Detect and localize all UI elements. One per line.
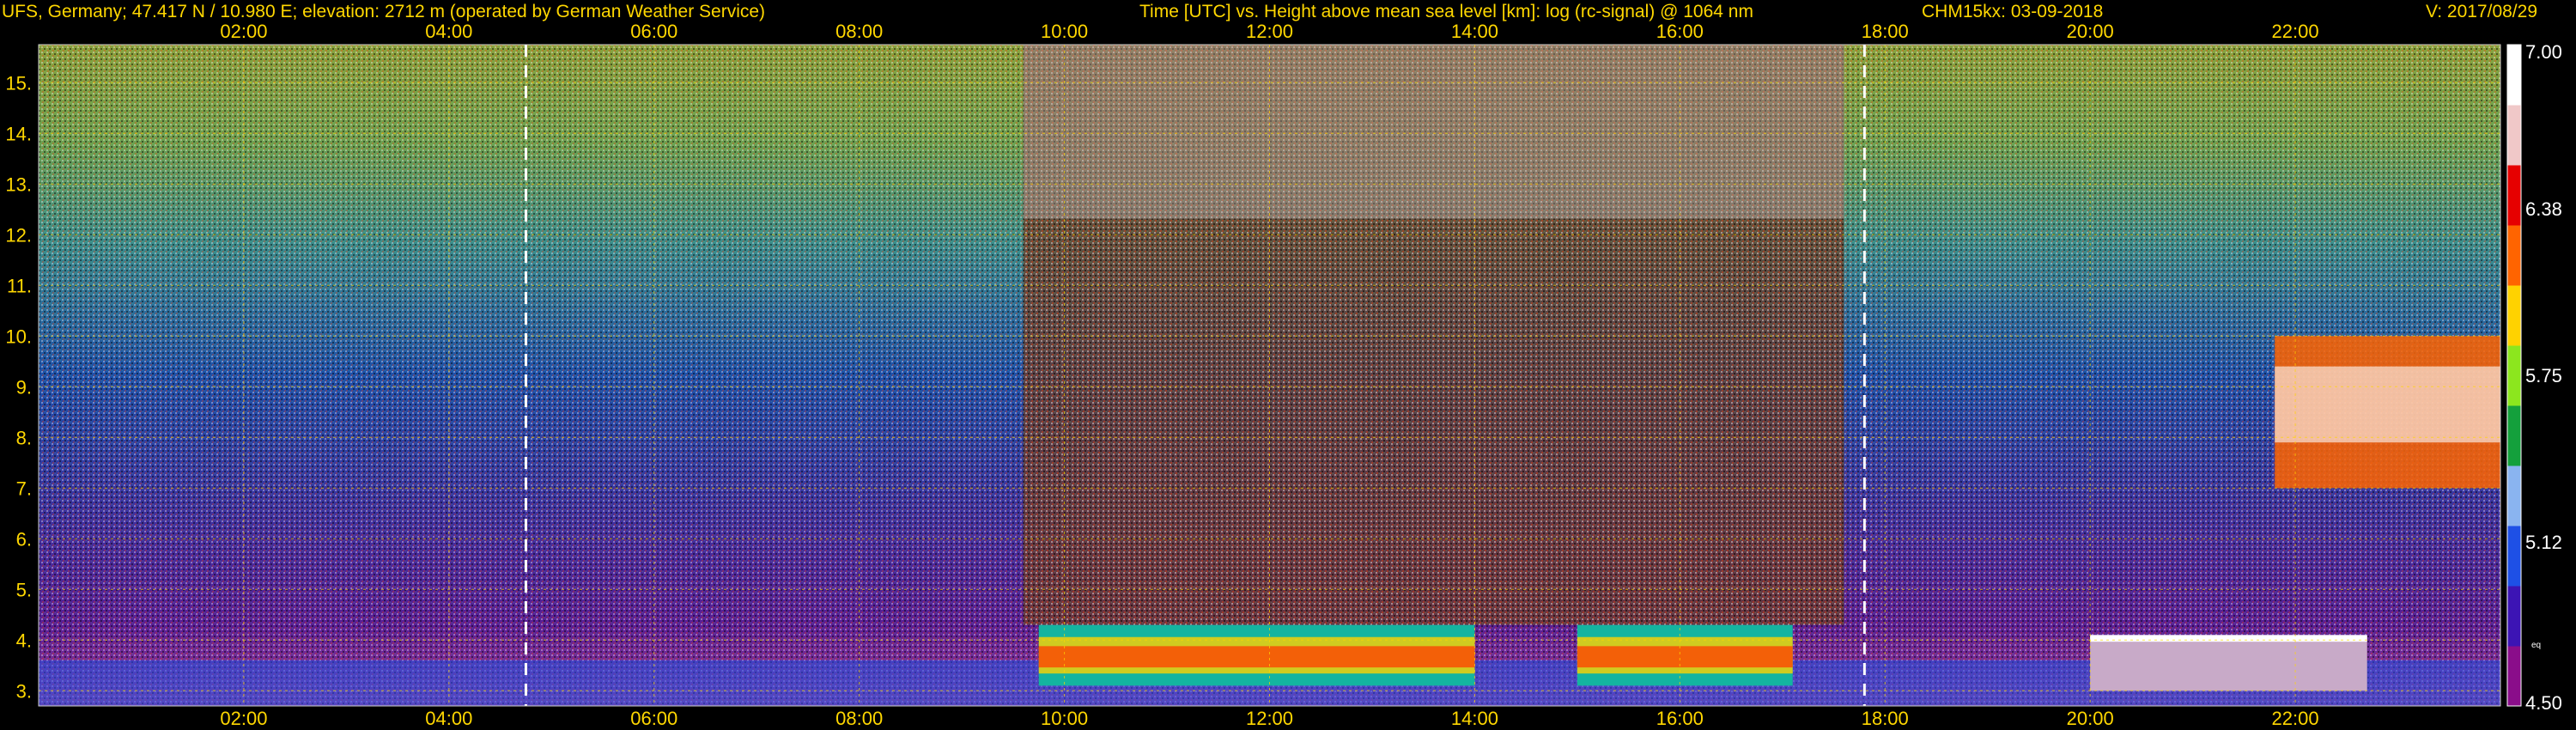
x-tick-label-top: 14:00 <box>1451 21 1498 42</box>
colorbar-label: 5.75 <box>2525 365 2562 386</box>
x-tick-label-top: 06:00 <box>630 21 677 42</box>
y-tick-label: 15. <box>5 72 32 94</box>
colorbar-segment <box>2507 465 2521 526</box>
colorbar-label: 6.38 <box>2525 198 2562 220</box>
x-tick-label-top: 22:00 <box>2272 21 2319 42</box>
y-tick-label: 3. <box>16 680 32 702</box>
x-tick-label-top: 20:00 <box>2067 21 2114 42</box>
x-tick-label-bottom: 10:00 <box>1041 708 1088 729</box>
colorbar-segment <box>2507 165 2521 226</box>
x-tick-label-bottom: 16:00 <box>1656 708 1704 729</box>
colorbar-segment <box>2507 526 2521 587</box>
colorbar-small-label: eq <box>2531 641 2541 650</box>
x-tick-label-bottom: 20:00 <box>2067 708 2114 729</box>
colorbar-segment <box>2507 405 2521 466</box>
y-tick-label: 5. <box>16 579 32 600</box>
x-tick-label-top: 02:00 <box>220 21 267 42</box>
colorbar-segment <box>2507 345 2521 406</box>
y-tick-label: 9. <box>16 376 32 398</box>
y-tick-label: 13. <box>5 173 32 195</box>
x-tick-label-bottom: 18:00 <box>1862 708 1909 729</box>
y-tick-label: 8. <box>16 427 32 448</box>
y-tick-label: 14. <box>5 123 32 144</box>
y-tick-label: 4. <box>16 630 32 651</box>
colorbar-segment <box>2507 225 2521 286</box>
colorbar-label: 7.00 <box>2525 41 2562 63</box>
y-tick-label: 12. <box>5 224 32 246</box>
colorbar-segment <box>2507 105 2521 166</box>
x-tick-label-top: 16:00 <box>1656 21 1704 42</box>
feature-convective-cloud-band <box>1577 624 1793 686</box>
y-tick-label: 6. <box>16 528 32 550</box>
y-tick-label: 7. <box>16 478 32 499</box>
x-tick-label-top: 12:00 <box>1246 21 1293 42</box>
x-tick-label-top: 08:00 <box>835 21 883 42</box>
x-tick-label-bottom: 02:00 <box>220 708 267 729</box>
x-tick-label-top: 18:00 <box>1862 21 1909 42</box>
x-tick-label-top: 04:00 <box>425 21 472 42</box>
y-tick-label: 11. <box>7 275 32 296</box>
ceilometer-heatmap-chart: 3. 4. 5. 6. 7. 8. 9. 10. 11. 12. 13. 14. 15. 02:00 02:… <box>5 21 2562 729</box>
colorbar-segment <box>2507 285 2521 346</box>
y-tick-label: 10. <box>5 325 32 347</box>
colorbar-segment <box>2507 646 2521 707</box>
x-tick-label-bottom: 14:00 <box>1451 708 1498 729</box>
x-tick-label-bottom: 06:00 <box>630 708 677 729</box>
feature-cirrus <box>2275 336 2500 489</box>
x-tick-label-bottom: 12:00 <box>1246 708 1293 729</box>
colorbar-segment <box>2507 586 2521 647</box>
colorbar-segment <box>2507 45 2521 106</box>
colorbar-label: 4.50 <box>2525 692 2562 714</box>
x-tick-label-bottom: 08:00 <box>835 708 883 729</box>
colorbar-label: 5.12 <box>2525 532 2562 553</box>
x-tick-label-top: 10:00 <box>1041 21 1088 42</box>
feature-high-noise-daytime <box>1023 45 1844 625</box>
feature-low-cloud <box>2090 635 2367 691</box>
feature-convective-cloud-band <box>1038 624 1475 686</box>
x-tick-label-bottom: 04:00 <box>425 708 472 729</box>
x-tick-label-bottom: 22:00 <box>2272 708 2319 729</box>
